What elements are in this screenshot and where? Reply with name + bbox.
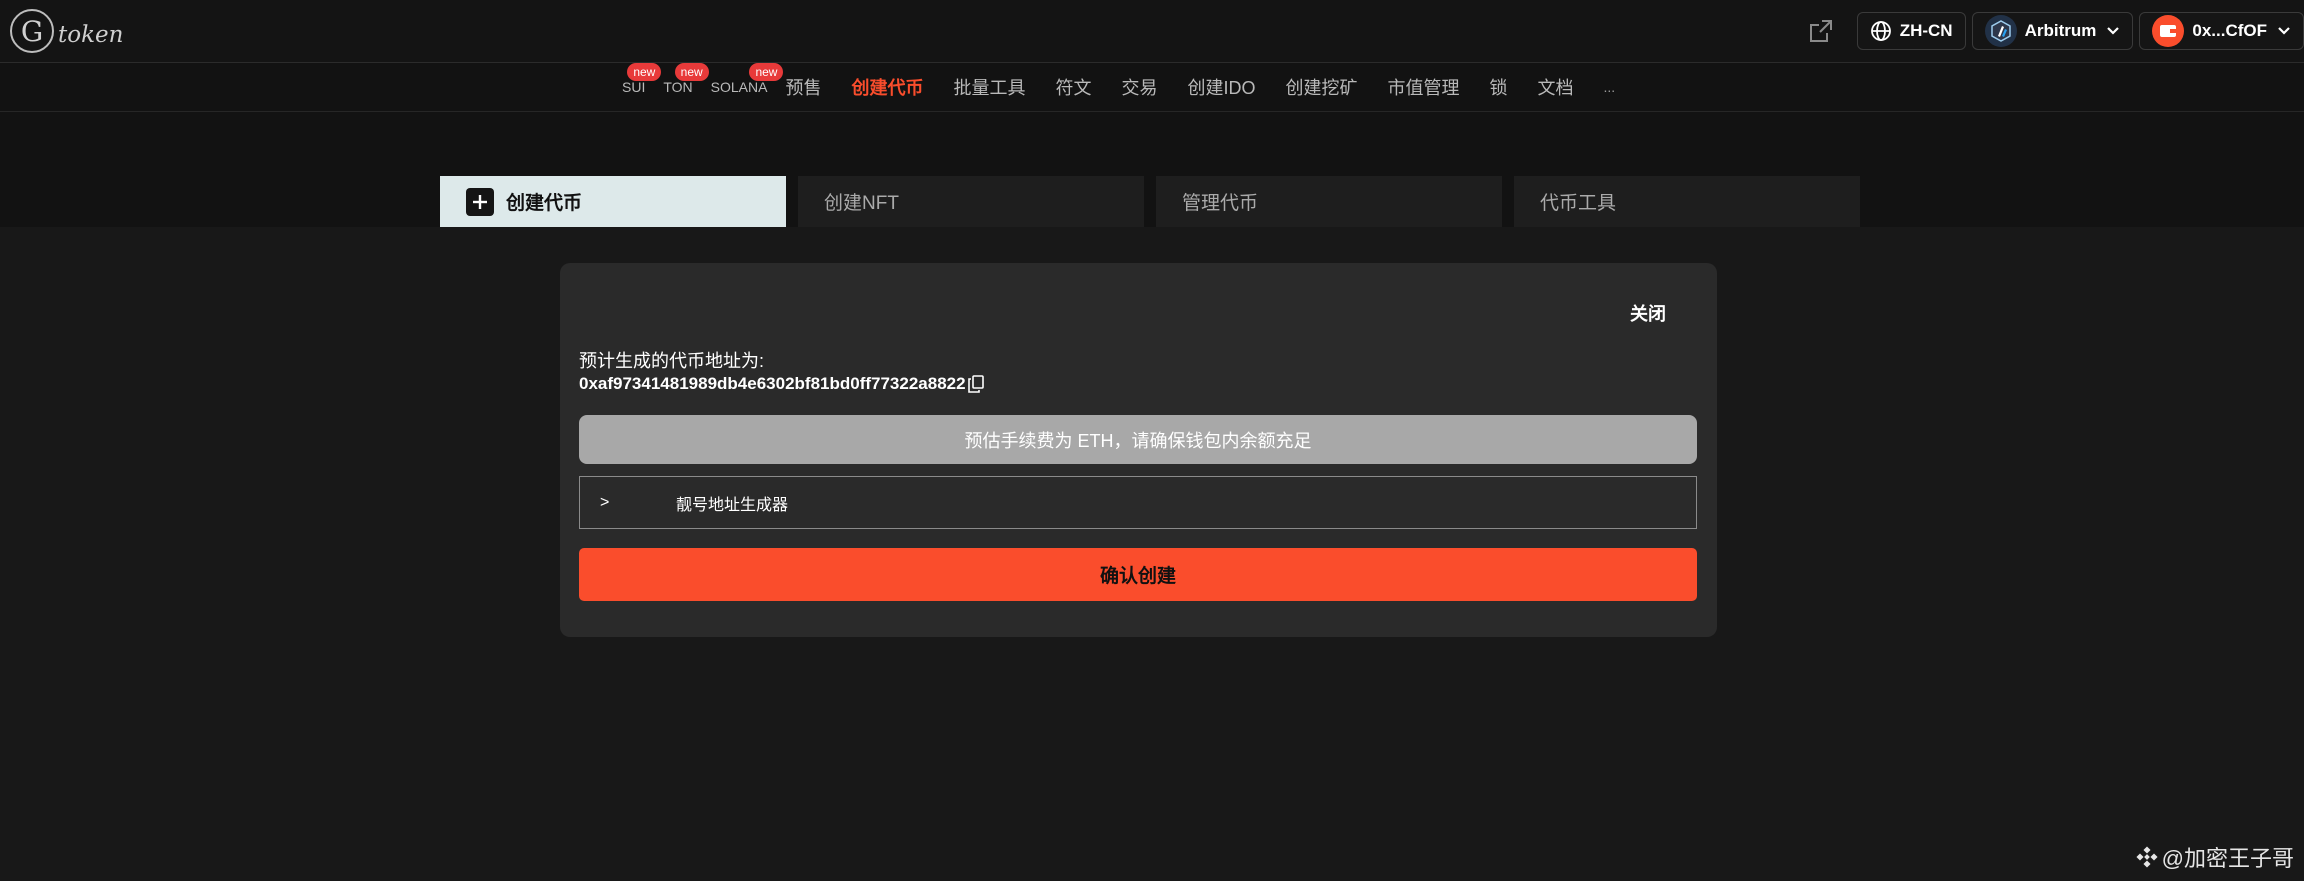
header-controls: ZH-CN Arbitrum 0x...CfOF <box>1801 10 2304 52</box>
tab-label: 管理代币 <box>1182 193 1259 214</box>
address-value: 0xaf97341481989db4e6302bf81bd0ff77322a88… <box>579 374 966 393</box>
wallet-icon <box>2152 15 2185 47</box>
tab-manage-token[interactable]: 管理代币 <box>1156 176 1502 227</box>
tab-token-tools[interactable]: 代币工具 <box>1514 176 1860 227</box>
network-label: Arbitrum <box>2024 21 2097 40</box>
wallet-address: 0x...CfOF <box>2192 21 2267 40</box>
tab-label: 创建代币 <box>506 193 583 214</box>
chevron-down-icon <box>2107 27 2120 35</box>
nav-item-create-mining[interactable]: 创建挖矿 <box>1285 74 1357 100</box>
copy-icon[interactable] <box>967 375 984 393</box>
wallet-button[interactable]: 0x...CfOF <box>2139 12 2304 50</box>
language-selector[interactable]: ZH-CN <box>1856 12 1966 50</box>
nav-item-batch-tools[interactable]: 批量工具 <box>953 74 1025 100</box>
vanity-address-generator[interactable]: > 靓号地址生成器 <box>579 476 1697 529</box>
tab-create-nft[interactable]: 创建NFT <box>798 176 1144 227</box>
new-badge: new <box>627 63 662 81</box>
binance-icon <box>2136 846 2158 868</box>
watermark-text: @加密王子哥 <box>2161 846 2294 871</box>
share-button[interactable] <box>1801 11 1841 51</box>
nav-item-presale[interactable]: 预售 <box>785 74 821 100</box>
top-bar: G token ZH-CN Arbitrum 0x...CfOF <box>0 0 2304 63</box>
hero-band <box>0 112 2304 227</box>
nav-item-runes[interactable]: 符文 <box>1055 74 1091 100</box>
logo[interactable]: G token <box>10 8 123 54</box>
logo-text: token <box>58 22 124 48</box>
language-label: ZH-CN <box>1899 21 1953 40</box>
create-token-modal: 关闭 预计生成的代币地址为: 0xaf97341481989db4e6302bf… <box>560 263 1717 637</box>
fee-notice: 预估手续费为 ETH，请确保钱包内余额充足 <box>579 415 1697 464</box>
close-button[interactable]: 关闭 <box>1630 300 1666 326</box>
address-label: 预计生成的代币地址为: <box>579 351 764 371</box>
globe-icon <box>1870 21 1891 41</box>
nav-item-more[interactable]: ... <box>1603 79 1615 95</box>
nav-item-ton[interactable]: TON new <box>663 63 709 95</box>
confirm-create-button[interactable]: 确认创建 <box>579 548 1697 601</box>
nav-item-create-token[interactable]: 创建代币 <box>851 74 923 100</box>
logo-mark: G <box>10 9 54 53</box>
chevron-right-icon: > <box>600 493 610 511</box>
nav-item-trade[interactable]: 交易 <box>1121 74 1157 100</box>
nav-item-market-cap[interactable]: 市值管理 <box>1387 74 1459 100</box>
chevron-down-icon <box>2278 27 2290 35</box>
nav-item-lock[interactable]: 锁 <box>1489 74 1507 100</box>
nav-item-sui[interactable]: SUI new <box>622 63 662 95</box>
nav-item-create-ido[interactable]: 创建IDO <box>1187 74 1255 100</box>
tab-label: 代币工具 <box>1540 193 1617 214</box>
nav-item-solana[interactable]: SOLANA new <box>711 63 784 95</box>
arbitrum-icon <box>1984 15 2017 47</box>
share-icon <box>1809 20 1832 42</box>
new-badge: new <box>674 63 709 81</box>
tab-create-token[interactable]: 创建代币 <box>440 176 786 227</box>
new-badge: new <box>749 63 784 81</box>
nav-item-docs[interactable]: 文档 <box>1537 74 1573 100</box>
tab-label: 创建NFT <box>824 193 899 214</box>
network-selector[interactable]: Arbitrum <box>1971 12 2134 50</box>
main-nav: SUI new TON new SOLANA new 预售 创建代币 批量工具 符文 … <box>0 63 2304 112</box>
plus-icon <box>466 187 494 216</box>
vanity-label: 靓号地址生成器 <box>676 496 789 514</box>
predicted-address: 0xaf97341481989db4e6302bf81bd0ff77322a88… <box>579 374 984 394</box>
watermark: @加密王子哥 <box>2136 841 2294 873</box>
